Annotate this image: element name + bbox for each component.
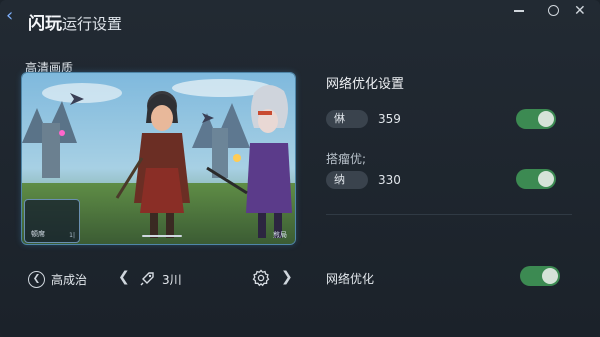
gear-icon[interactable] [252, 269, 270, 287]
close-icon[interactable]: ✕ [574, 4, 596, 18]
network-section-title: 网络优化设置 [326, 77, 405, 92]
rocket-icon [140, 272, 154, 286]
network-optimize-label: 网络优化 [326, 272, 375, 286]
row1-toggle[interactable] [516, 109, 556, 129]
minimap-number: 1| [69, 232, 75, 239]
row1-value: 359 [378, 112, 401, 126]
circle-back-icon[interactable]: ❮ [28, 271, 45, 288]
row1-pill[interactable]: 㑣 [326, 110, 368, 128]
chevron-right-icon[interactable]: ❯ [281, 269, 293, 285]
preview-progress [142, 235, 182, 237]
title-main: 闪玩 [28, 14, 62, 34]
sub-section-title: 搭瘤优; [326, 152, 367, 166]
chevron-left-icon[interactable]: ❮ [118, 269, 130, 285]
title-sub: 运行设置 [62, 15, 123, 33]
fps-value: 3川 [162, 273, 182, 287]
preview-corner-label: 煎局 [273, 231, 287, 239]
minimap-label: 顿席 [31, 230, 45, 238]
minimize-icon[interactable] [509, 4, 531, 18]
row2-pill[interactable]: 纳 [326, 171, 368, 189]
minimap-card[interactable]: 顿席 1| [24, 199, 80, 243]
chevron-left-icon[interactable]: ‹ [6, 7, 22, 25]
page-title: 闪玩运行设置 [28, 9, 122, 34]
network-optimize-toggle[interactable] [520, 266, 560, 286]
quality-label[interactable]: 高成治 [51, 271, 87, 288]
row2-toggle[interactable] [516, 169, 556, 189]
row2-value: 330 [378, 173, 401, 187]
game-preview[interactable]: 顿席 1| 煎局 [21, 72, 296, 245]
divider [326, 214, 572, 215]
settings-window: ‹ 闪玩运行设置 ✕ 高清画质 顿席 1| 煎局 ❮ 高成治 ❮ 3川 ❯ 网络… [0, 0, 600, 337]
maximize-icon[interactable] [543, 4, 565, 18]
bottom-bar: ❮ 高成治 ❮ 3川 ❯ [0, 262, 310, 296]
